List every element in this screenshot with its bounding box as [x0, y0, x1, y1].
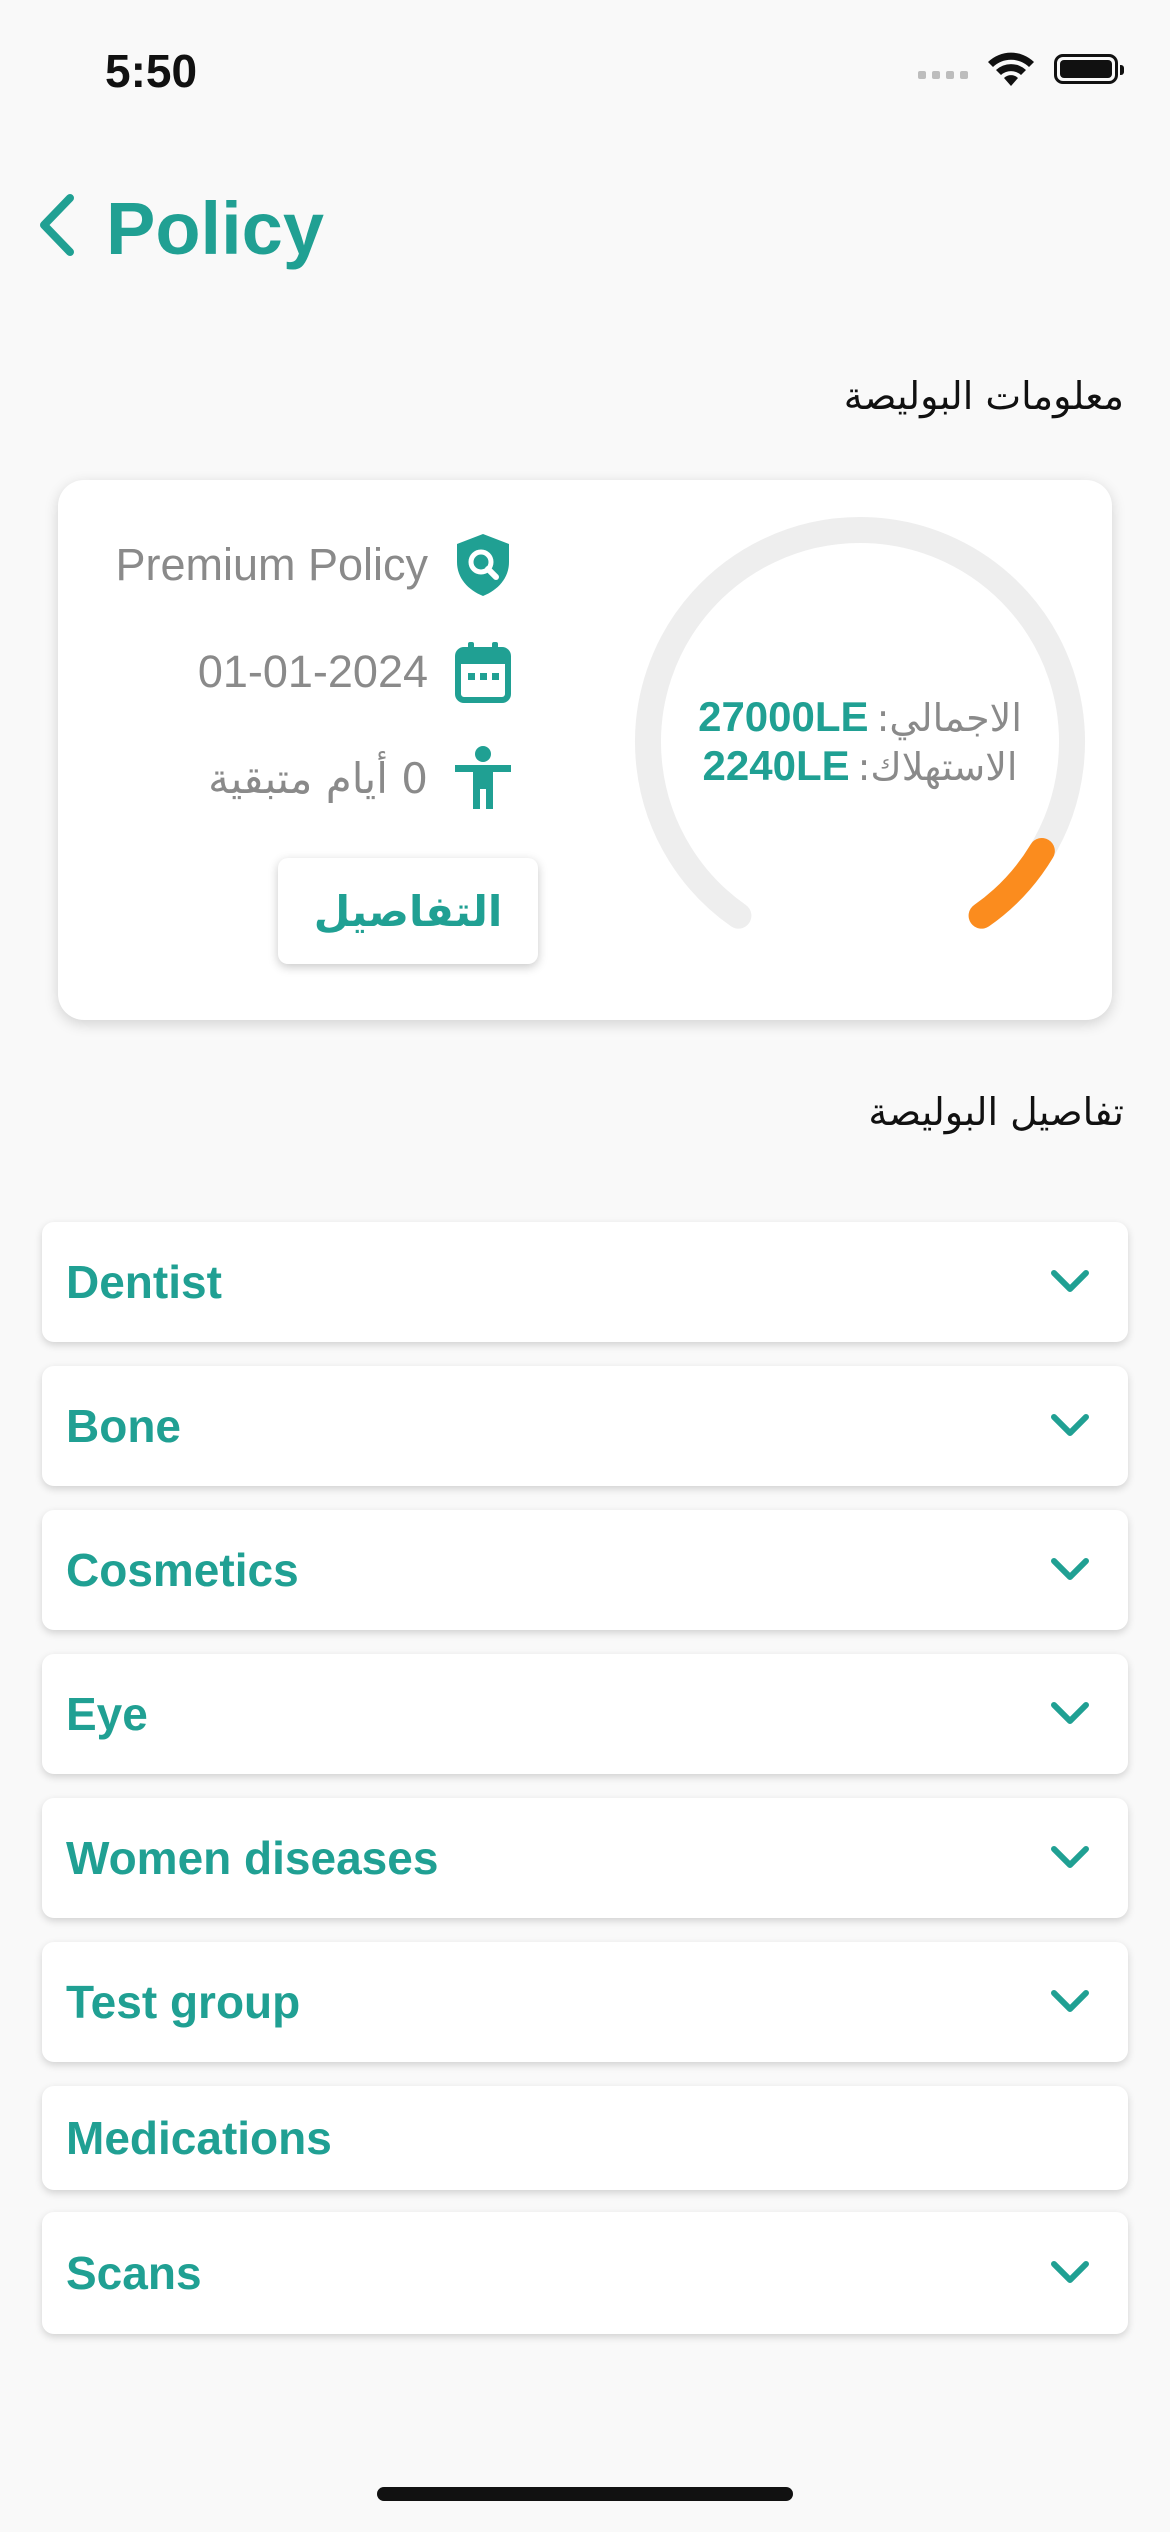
chevron-down-icon [1050, 1222, 1090, 1342]
accordion-label: Eye [66, 1688, 148, 1740]
gauge-text: الاجمالي: 27000LE الاستهلاك: 2240LE [620, 502, 1100, 982]
accordion-label: Bone [66, 1400, 181, 1452]
accordion-item-women-diseases[interactable]: Women diseases [42, 1798, 1128, 1918]
accordion-item-medications[interactable]: Medications [42, 2086, 1128, 2190]
page-title: Policy [106, 187, 324, 270]
accordion-item-bone[interactable]: Bone [42, 1366, 1128, 1486]
shield-search-icon [450, 532, 516, 598]
home-indicator [377, 2487, 793, 2501]
accordion-item-cosmetics[interactable]: Cosmetics [42, 1510, 1128, 1630]
status-bar: 5:50 [0, 0, 1170, 150]
person-icon [450, 745, 516, 811]
gauge-consumption-label: الاستهلاك: [857, 745, 1018, 789]
battery-icon [1054, 54, 1124, 84]
days-remaining: 0 أيام متبقية [208, 753, 428, 803]
nav-bar: Policy [0, 180, 1170, 270]
chevron-down-icon [1050, 1654, 1090, 1774]
gauge-total-value: 27000LE [698, 693, 869, 740]
accordion-item-dentist[interactable]: Dentist [42, 1222, 1128, 1342]
gauge-total-label: الاجمالي: [876, 696, 1022, 740]
accordion-label: Dentist [66, 1256, 222, 1308]
accordion-label: Medications [66, 2112, 332, 2164]
accordion-label: Women diseases [66, 1832, 439, 1884]
gauge-consumption-line: الاستهلاك: 2240LE [703, 742, 1018, 791]
policy-date: 01-01-2024 [197, 646, 428, 697]
policy-card: Premium Policy 01-01-2024 0 أيام متبقية [58, 480, 1112, 1020]
wifi-icon [988, 52, 1034, 86]
cellular-signal-icon [918, 71, 968, 79]
back-button[interactable] [26, 190, 86, 260]
accordion-item-test-group[interactable]: Test group [42, 1942, 1128, 2062]
policy-details-section-title: تفاصيل البوليصة [868, 1090, 1124, 1134]
chevron-down-icon [1050, 1366, 1090, 1486]
chevron-down-icon [1050, 2212, 1090, 2334]
gauge-consumption-value: 2240LE [702, 742, 850, 789]
chevron-down-icon [1050, 1942, 1090, 2062]
status-icons [918, 50, 1124, 88]
chevron-down-icon [1050, 1510, 1090, 1630]
accordion-item-eye[interactable]: Eye [42, 1654, 1128, 1774]
policy-name-row: Premium Policy [115, 525, 516, 605]
accordion-item-scans[interactable]: Scans [42, 2212, 1128, 2334]
status-time: 5:50 [105, 45, 198, 97]
days-remaining-row: 0 أيام متبقية [208, 738, 516, 818]
policy-date-row: 01-01-2024 [198, 632, 516, 712]
accordion-label: Test group [66, 1976, 301, 2028]
policy-info-section-title: معلومات البوليصة [843, 374, 1124, 418]
gauge-total-line: الاجمالي: 27000LE [698, 693, 1022, 742]
calendar-icon [450, 639, 516, 705]
usage-gauge: الاجمالي: 27000LE الاستهلاك: 2240LE [620, 502, 1100, 982]
chevron-down-icon [1050, 1798, 1090, 1918]
accordion-label: Scans [66, 2247, 202, 2299]
details-button[interactable]: التفاصيل [278, 858, 538, 964]
chevron-left-icon [40, 194, 74, 256]
accordion-label: Cosmetics [66, 1544, 299, 1596]
policy-name: Premium Policy [115, 539, 428, 590]
